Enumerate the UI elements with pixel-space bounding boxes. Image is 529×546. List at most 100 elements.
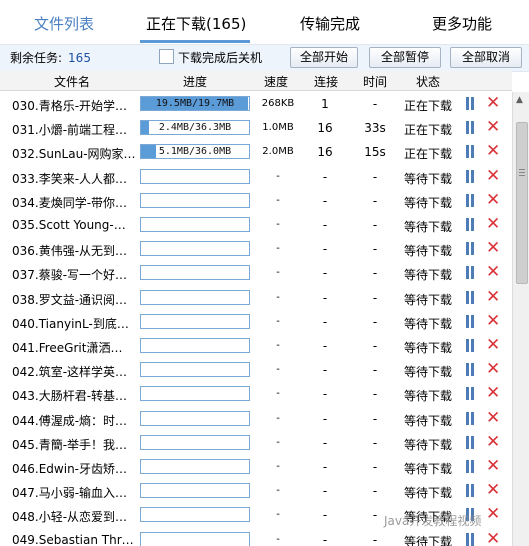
pause-icon[interactable] <box>465 193 476 207</box>
pause-all-button[interactable]: 全部暂停 <box>369 47 441 68</box>
download-list: 030.青格乐-开始学… 19.5MB/19.7MB 268KB 1- 正在下载 ✕ 031… <box>0 92 512 546</box>
table-row[interactable]: 036.黄伟强-从无到… - - - 等待下载 ✕ <box>0 237 512 261</box>
table-row[interactable]: 047.马小弱-输血入… - - - 等待下载 ✕ <box>0 479 512 503</box>
pause-icon[interactable] <box>465 387 476 401</box>
cancel-all-button[interactable]: 全部取消 <box>450 47 522 68</box>
table-row[interactable]: 044.傅渥成-熵：时… - - - 等待下载 ✕ <box>0 407 512 431</box>
download-speed: 2.0MB <box>262 146 294 158</box>
pause-icon[interactable] <box>465 460 476 473</box>
start-all-button[interactable]: 全部开始 <box>290 47 358 68</box>
pause-icon[interactable] <box>465 218 476 231</box>
table-row[interactable]: 041.FreeGrit潇洒… - - - 等待下载 ✕ <box>0 334 512 358</box>
scrollbar-grip-icon <box>519 169 525 176</box>
table-row[interactable]: 046.Edwin-牙齿矫… - - - 等待下载 ✕ <box>0 455 512 479</box>
delete-icon[interactable]: ✕ <box>486 95 500 112</box>
file-name: 042.筑室-这样学英… <box>12 365 128 380</box>
delete-icon[interactable]: ✕ <box>486 312 500 329</box>
connection-count: - <box>322 484 328 499</box>
progress-text <box>141 315 249 328</box>
download-status: 等待下载 <box>403 413 452 428</box>
progress-text <box>141 363 249 376</box>
delete-icon[interactable]: ✕ <box>486 167 500 184</box>
delete-icon[interactable]: ✕ <box>486 143 500 160</box>
connection-count: 16 <box>317 145 333 160</box>
delete-icon[interactable]: ✕ <box>486 288 500 305</box>
pause-icon[interactable] <box>465 363 476 377</box>
pause-icon[interactable] <box>465 411 476 425</box>
vertical-scrollbar[interactable]: ▲ <box>512 92 529 546</box>
tab-more-functions[interactable]: 更多功能 <box>432 0 492 44</box>
table-row[interactable]: 045.青簡-举手！我… - - - 等待下载 ✕ <box>0 431 512 455</box>
column-speed[interactable]: 速度 <box>256 73 296 90</box>
progress-text <box>141 339 249 352</box>
column-connections[interactable]: 连接 <box>306 73 346 90</box>
progress-bar <box>140 168 250 184</box>
scrollbar-thumb[interactable] <box>516 122 528 284</box>
delete-icon[interactable]: ✕ <box>486 216 500 233</box>
pause-icon[interactable] <box>465 266 476 280</box>
progress-text <box>141 412 249 425</box>
delete-icon[interactable]: ✕ <box>486 482 500 499</box>
column-filename[interactable]: 文件名 <box>40 73 104 90</box>
shutdown-after-download-label: 下载完成后关机 <box>178 51 263 65</box>
column-progress[interactable]: 进度 <box>170 73 220 90</box>
delete-icon[interactable]: ✕ <box>486 506 500 523</box>
tab-file-list[interactable]: 文件列表 <box>34 0 94 44</box>
download-speed: - <box>276 485 280 497</box>
delete-icon[interactable]: ✕ <box>486 530 500 546</box>
shutdown-after-download-checkbox[interactable] <box>159 49 174 64</box>
table-row[interactable]: 034.麦煥同学-带你… - - - 等待下载 ✕ <box>0 189 512 213</box>
delete-icon[interactable]: ✕ <box>486 191 500 208</box>
table-row[interactable]: 033.李笑来-人人都… - - - 等待下载 ✕ <box>0 165 512 189</box>
download-speed: - <box>276 315 280 327</box>
delete-icon[interactable]: ✕ <box>486 240 500 257</box>
connection-count: - <box>322 532 328 546</box>
pause-icon[interactable] <box>465 314 476 328</box>
table-row[interactable]: 040.TianyinL-到底… - - - 等待下载 ✕ <box>0 310 512 334</box>
pause-icon[interactable] <box>465 290 476 304</box>
progress-bar <box>140 192 250 208</box>
tab-completed[interactable]: 传输完成 <box>300 0 360 44</box>
delete-icon[interactable]: ✕ <box>486 264 500 281</box>
time-remaining: - <box>372 484 378 499</box>
table-row[interactable]: 030.青格乐-开始学… 19.5MB/19.7MB 268KB 1 - 正在下载 ✕ <box>0 92 512 116</box>
pause-icon[interactable] <box>465 145 476 159</box>
delete-icon[interactable]: ✕ <box>486 119 500 136</box>
delete-icon[interactable]: ✕ <box>486 385 500 402</box>
scroll-up-arrow-icon[interactable]: ▲ <box>516 95 523 105</box>
table-row[interactable]: 049.Sebastian Thr… - - - 等待下载 ✕ <box>0 528 512 546</box>
table-row[interactable]: 031.小爝-前端工程… 2.4MB/36.3MB 1.0MB 16 33s 正在下载 ✕ <box>0 116 512 140</box>
table-row[interactable]: 042.筑室-这样学英… - - - 等待下载 ✕ <box>0 358 512 382</box>
progress-text <box>141 242 249 255</box>
time-remaining: 33s <box>364 121 386 136</box>
pause-icon[interactable] <box>465 435 476 449</box>
delete-icon[interactable]: ✕ <box>486 433 500 450</box>
delete-icon[interactable]: ✕ <box>486 409 500 426</box>
tab-downloading[interactable]: 正在下载(165) <box>146 0 246 44</box>
pause-icon[interactable] <box>465 242 476 256</box>
table-row[interactable]: 038.罗文益-通识阅… - - - 等待下载 ✕ <box>0 286 512 310</box>
pause-icon[interactable] <box>465 121 476 135</box>
pause-icon[interactable] <box>465 532 476 546</box>
column-status[interactable]: 状态 <box>406 73 450 90</box>
pause-icon[interactable] <box>465 97 476 110</box>
pause-icon[interactable] <box>465 339 476 352</box>
tab-bar: 文件列表 正在下载(165) 传输完成 更多功能 <box>0 0 529 44</box>
download-speed: - <box>276 388 280 400</box>
pause-icon[interactable] <box>465 484 476 498</box>
file-name: 031.小爝-前端工程… <box>12 123 128 138</box>
pause-icon[interactable] <box>465 169 476 183</box>
delete-icon[interactable]: ✕ <box>486 361 500 378</box>
table-row[interactable]: 037.蔡骏-写一个好… - - - 等待下载 ✕ <box>0 261 512 285</box>
connection-count: - <box>322 460 328 474</box>
delete-icon[interactable]: ✕ <box>486 458 500 475</box>
download-status: 等待下载 <box>403 316 452 331</box>
download-status: 等待下载 <box>403 437 452 452</box>
delete-icon[interactable]: ✕ <box>486 337 500 354</box>
table-row[interactable]: 032.SunLau-网购家… 5.1MB/36.0MB 2.0MB 16 15s 正在下… <box>0 140 512 164</box>
table-row[interactable]: 043.大肠杆君-转基… - - - 等待下载 ✕ <box>0 382 512 406</box>
connection-count: - <box>322 387 328 402</box>
column-time[interactable]: 时间 <box>355 73 395 90</box>
download-speed: - <box>276 461 280 472</box>
table-row[interactable]: 035.Scott Young-… - - - 等待下载 ✕ <box>0 213 512 237</box>
